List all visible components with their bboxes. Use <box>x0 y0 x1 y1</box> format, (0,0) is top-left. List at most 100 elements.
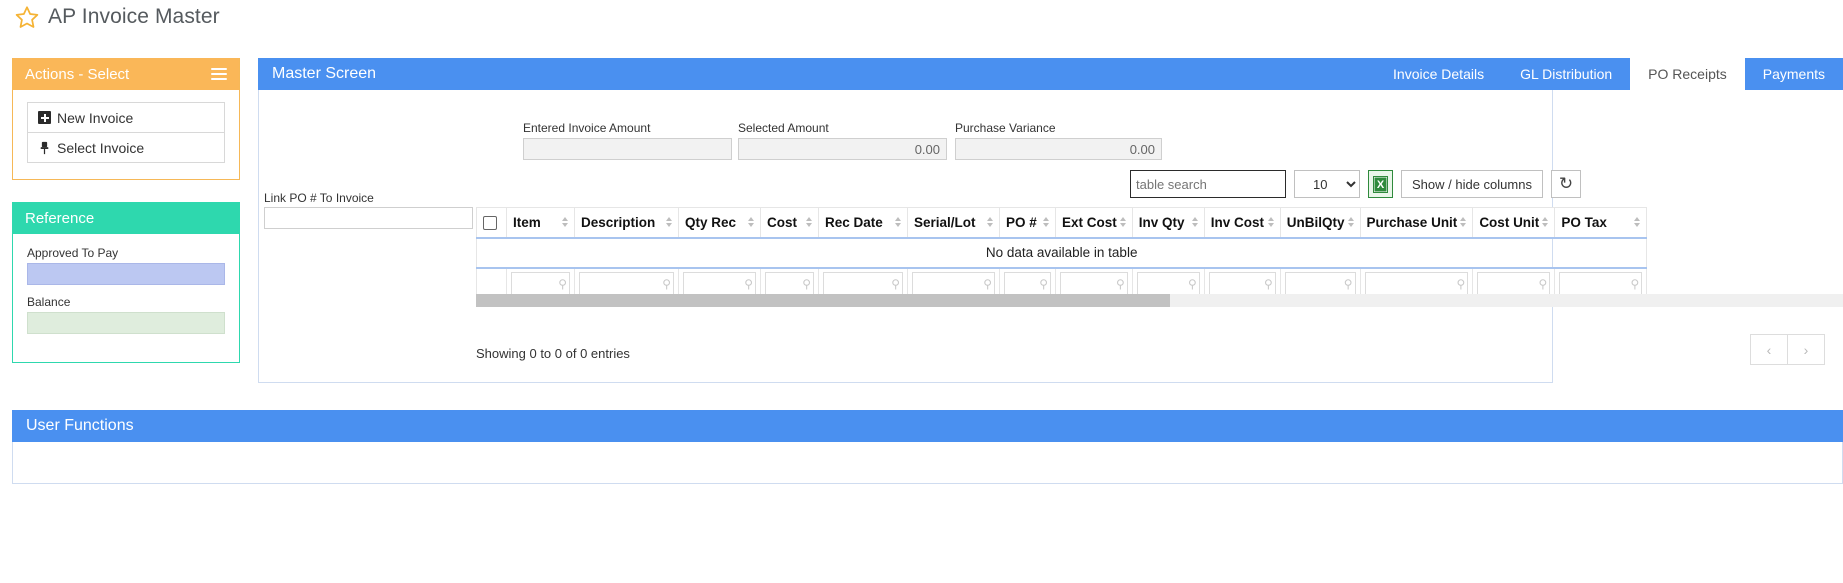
column-label: Inv Qty <box>1139 215 1185 230</box>
column-label: Description <box>581 215 655 230</box>
svg-text:X: X <box>1377 179 1385 191</box>
page-header: AP Invoice Master <box>14 4 220 30</box>
actions-panel-title: Actions - Select <box>25 66 211 83</box>
sort-icon <box>1460 217 1466 227</box>
selected-amount-input[interactable] <box>738 138 947 160</box>
column-header-item[interactable]: Item <box>507 208 575 238</box>
balance-label: Balance <box>27 295 225 309</box>
column-header-inv-qty[interactable]: Inv Qty <box>1132 208 1204 238</box>
column-header-serial-lot[interactable]: Serial/Lot <box>908 208 1000 238</box>
column-header-po-number[interactable]: PO # <box>1000 208 1056 238</box>
hamburger-icon[interactable] <box>211 68 227 80</box>
selected-amount-field-group: Selected Amount <box>738 121 947 160</box>
excel-export-button[interactable]: X <box>1368 170 1393 198</box>
star-outline-icon[interactable] <box>14 4 40 30</box>
column-label: Inv Cost <box>1211 215 1264 230</box>
balance-field[interactable] <box>27 312 225 334</box>
actions-panel: Actions - Select New Invoice Select Invo… <box>12 58 240 180</box>
new-invoice-button[interactable]: New Invoice <box>27 102 225 133</box>
pagination-next-button[interactable]: › <box>1787 334 1825 365</box>
plus-square-icon <box>38 111 51 124</box>
filter-input-description[interactable] <box>579 272 674 296</box>
left-sidebar: Actions - Select New Invoice Select Invo… <box>12 58 240 385</box>
column-header-rec-date[interactable]: Rec Date <box>819 208 908 238</box>
filter-input-po-tax[interactable] <box>1559 272 1642 296</box>
excel-export-icon: X <box>1373 176 1388 193</box>
sort-icon <box>748 217 754 227</box>
link-po-input[interactable] <box>264 207 473 229</box>
filter-input-serial-lot[interactable] <box>912 272 995 296</box>
entered-invoice-amount-input[interactable] <box>523 138 732 160</box>
tab-gl-distribution[interactable]: GL Distribution <box>1502 58 1630 90</box>
sort-icon <box>1634 217 1640 227</box>
approved-to-pay-label: Approved To Pay <box>27 246 225 260</box>
table-info: Showing 0 to 0 of 0 entries <box>476 346 630 361</box>
reference-panel-header: Reference <box>13 202 239 234</box>
sort-icon <box>987 217 993 227</box>
filter-input-qty-rec[interactable] <box>683 272 756 296</box>
column-label: Qty Rec <box>685 215 736 230</box>
column-header-cost[interactable]: Cost <box>761 208 819 238</box>
sort-icon <box>895 217 901 227</box>
table-search-input[interactable] <box>1130 170 1286 198</box>
column-header-cost-unit[interactable]: Cost Unit <box>1473 208 1555 238</box>
filter-input-inv-cost[interactable] <box>1209 272 1276 296</box>
filter-input-ext-cost[interactable] <box>1060 272 1128 296</box>
no-data-message: No data available in table <box>477 238 1647 268</box>
reload-icon[interactable]: ↻ <box>1551 170 1581 198</box>
tab-payments[interactable]: Payments <box>1745 58 1843 90</box>
column-label: Rec Date <box>825 215 883 230</box>
table-horizontal-scrollbar[interactable] <box>476 294 1843 307</box>
entered-invoice-amount-field-group: Entered Invoice Amount <box>523 121 732 160</box>
user-functions-header: User Functions <box>12 410 1843 442</box>
filter-input-unbilqty[interactable] <box>1285 272 1356 296</box>
select-all-checkbox[interactable] <box>483 216 497 230</box>
column-header-qty-rec[interactable]: Qty Rec <box>679 208 761 238</box>
tab-po-receipts[interactable]: PO Receipts <box>1630 58 1745 90</box>
column-header-po-tax[interactable]: PO Tax <box>1555 208 1647 238</box>
page-length-select[interactable]: 10 25 50 100 <box>1294 170 1360 198</box>
reference-panel-title: Reference <box>25 210 94 227</box>
purchase-variance-label: Purchase Variance <box>955 121 1162 135</box>
sort-icon <box>666 217 672 227</box>
user-functions-title: User Functions <box>26 417 134 435</box>
reference-panel-body: Approved To Pay Balance <box>13 234 239 362</box>
selected-amount-label: Selected Amount <box>738 121 947 135</box>
select-invoice-button[interactable]: Select Invoice <box>27 132 225 163</box>
filter-input-cost[interactable] <box>765 272 814 296</box>
sort-icon <box>562 217 568 227</box>
sort-icon <box>806 217 812 227</box>
reference-panel: Reference Approved To Pay Balance <box>12 202 240 363</box>
select-invoice-label: Select Invoice <box>57 140 144 156</box>
sort-icon <box>1192 217 1198 227</box>
pin-icon <box>38 141 51 155</box>
filter-input-item[interactable] <box>511 272 570 296</box>
actions-panel-header: Actions - Select <box>13 58 239 90</box>
column-label: Ext Cost <box>1062 215 1117 230</box>
column-label: Serial/Lot <box>914 215 976 230</box>
filter-input-purchase-unit[interactable] <box>1365 272 1469 296</box>
tab-invoice-details[interactable]: Invoice Details <box>1375 58 1502 90</box>
column-label: Cost <box>767 215 797 230</box>
column-label: Cost Unit <box>1479 215 1539 230</box>
column-header-unbilqty[interactable]: UnBilQty <box>1280 208 1360 238</box>
filter-input-po-number[interactable] <box>1004 272 1051 296</box>
filter-input-cost-unit[interactable] <box>1477 272 1550 296</box>
link-po-label: Link PO # To Invoice <box>264 191 374 205</box>
purchase-variance-field-group: Purchase Variance <box>955 121 1162 160</box>
select-all-column[interactable] <box>477 208 507 238</box>
show-hide-columns-button[interactable]: Show / hide columns <box>1401 170 1543 198</box>
filter-input-rec-date[interactable] <box>823 272 903 296</box>
purchase-variance-input[interactable] <box>955 138 1162 160</box>
sort-icon <box>1268 217 1274 227</box>
column-header-inv-cost[interactable]: Inv Cost <box>1204 208 1280 238</box>
column-header-ext-cost[interactable]: Ext Cost <box>1056 208 1133 238</box>
approved-to-pay-field[interactable] <box>27 263 225 285</box>
filter-input-inv-qty[interactable] <box>1137 272 1200 296</box>
column-header-purchase-unit[interactable]: Purchase Unit <box>1360 208 1473 238</box>
table-scrollbar-thumb[interactable] <box>476 294 1170 307</box>
sort-icon <box>1348 217 1354 227</box>
pagination-previous-button[interactable]: ‹ <box>1750 334 1788 365</box>
column-header-description[interactable]: Description <box>575 208 679 238</box>
sort-icon <box>1120 217 1126 227</box>
